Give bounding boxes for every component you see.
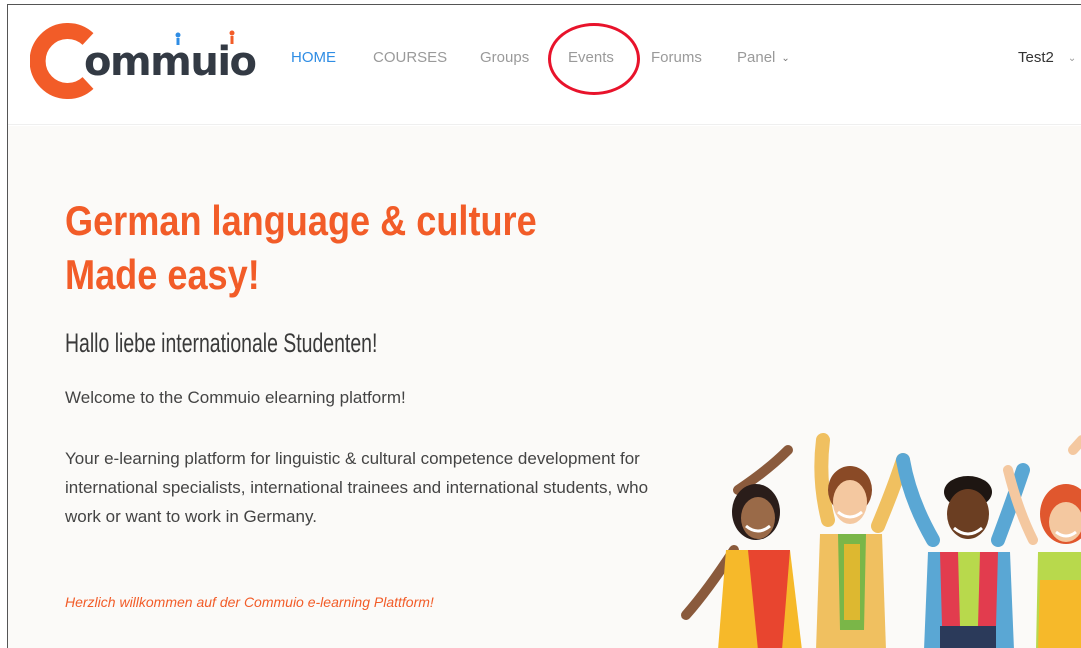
nav-home[interactable]: HOME bbox=[291, 49, 336, 66]
logo-people-mark bbox=[175, 30, 235, 45]
hero-section: German language & culture Made easy! Hal… bbox=[8, 126, 1081, 648]
nav-events[interactable]: Events bbox=[568, 49, 614, 66]
person-2 bbox=[814, 433, 910, 648]
headline-line-1: German language & culture bbox=[65, 197, 537, 244]
chevron-down-icon: ⌄ bbox=[781, 53, 790, 64]
platform-description: Your e-learning platform for linguistic … bbox=[65, 449, 649, 526]
nav-panel-label: Panel bbox=[737, 49, 776, 66]
nav-panel[interactable]: Panel ⌄ bbox=[737, 49, 790, 66]
site-header: ommuio HOME COURSES Groups Events Forums… bbox=[8, 5, 1081, 125]
browser-viewport: ommuio HOME COURSES Groups Events Forums… bbox=[7, 4, 1081, 648]
user-name: Test2 bbox=[1018, 49, 1054, 66]
commuio-logo[interactable]: ommuio bbox=[30, 23, 270, 99]
nav-groups[interactable]: Groups bbox=[480, 49, 529, 66]
chevron-down-icon: ⌄ bbox=[1067, 53, 1077, 64]
person-1 bbox=[681, 445, 802, 648]
german-welcome-text: Herzlich willkommen auf der Commuio e-le… bbox=[65, 594, 434, 610]
welcome-text: Welcome to the Commuio elearning platfor… bbox=[65, 388, 406, 407]
happy-students-illustration bbox=[681, 433, 1081, 648]
hero-subtitle: Hallo liebe internationale Studenten! bbox=[65, 328, 378, 358]
user-menu[interactable]: Test2 ⌄ bbox=[1018, 49, 1076, 66]
hero-headline: German language & culture Made easy! bbox=[65, 194, 537, 302]
nav-courses[interactable]: COURSES bbox=[373, 49, 447, 66]
nav-forums[interactable]: Forums bbox=[651, 49, 702, 66]
headline-line-2: Made easy! bbox=[65, 251, 260, 298]
person-3 bbox=[896, 453, 1030, 648]
